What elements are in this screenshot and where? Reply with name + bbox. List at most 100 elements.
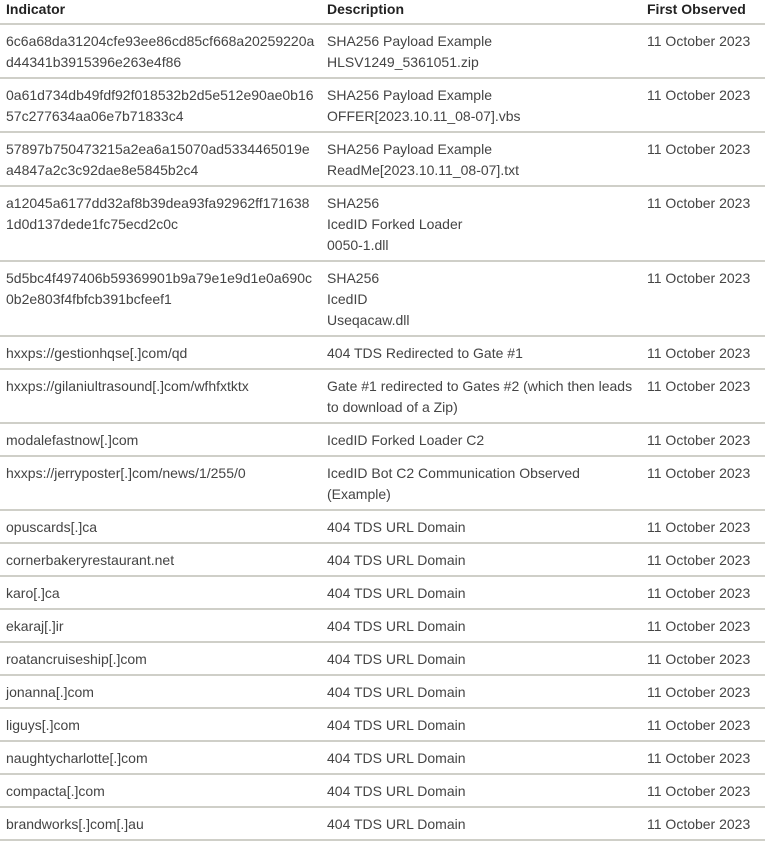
indicator-cell: cornerbakeryrestaurant.net: [0, 543, 321, 577]
description-line: SHA256 Payload Example: [327, 87, 492, 103]
first-observed-cell: 11 October 2023: [641, 456, 765, 511]
indicator-cell: brandworks[.]com[.]au: [0, 807, 321, 841]
description-line: 404 TDS URL Domain: [327, 717, 466, 733]
description-line: ReadMe[2023.10.11_08-07].txt: [327, 162, 519, 178]
table-row: hxxps://gestionhqse[.]com/qd 404 TDS Redi…: [0, 336, 765, 370]
table-row: naughtycharlotte[.]com 404 TDS URL Domain…: [0, 741, 765, 775]
description-cell: SHA256 IcedID Useqacaw.dll: [321, 261, 641, 337]
description-cell: 404 TDS URL Domain: [321, 774, 641, 808]
first-observed-cell: 11 October 2023: [641, 510, 765, 544]
description-cell: 404 TDS URL Domain: [321, 543, 641, 577]
indicator-cell: hxxps://jerryposter[.]com/news/1/255/0: [0, 456, 321, 511]
indicator-cell: 5d5bc4f497406b59369901b9a79e1e9d1e0a690c…: [0, 261, 321, 337]
description-line: Gate #1 redirected to Gates #2 (which th…: [327, 378, 633, 415]
first-observed-cell: 11 October 2023: [641, 642, 765, 676]
description-line: IcedID Forked Loader C2: [327, 432, 485, 448]
description-line: 404 TDS URL Domain: [327, 618, 466, 634]
table-row: modalefastnow[.]com IcedID Forked Loader …: [0, 423, 765, 457]
table-row: 0a61d734db49fdf92f018532b2d5e512e90ae0b1…: [0, 78, 765, 133]
description-line: OFFER[2023.10.11_08-07].vbs: [327, 108, 521, 124]
table-body: 6c6a68da31204cfe93ee86cd85cf668a20259220…: [0, 24, 765, 841]
description-line: IcedID Forked Loader: [327, 216, 463, 232]
table-row: 5d5bc4f497406b59369901b9a79e1e9d1e0a690c…: [0, 261, 765, 337]
first-observed-cell: 11 October 2023: [641, 186, 765, 262]
first-observed-cell: 11 October 2023: [641, 369, 765, 424]
indicator-cell: naughtycharlotte[.]com: [0, 741, 321, 775]
indicator-cell: 0a61d734db49fdf92f018532b2d5e512e90ae0b1…: [0, 78, 321, 133]
table-row: roatancruiseship[.]com 404 TDS URL Domain…: [0, 642, 765, 676]
first-observed-cell: 11 October 2023: [641, 576, 765, 610]
description-cell: 404 TDS URL Domain: [321, 675, 641, 709]
description-line: 404 TDS URL Domain: [327, 750, 466, 766]
first-observed-cell: 11 October 2023: [641, 708, 765, 742]
description-line: IcedID: [327, 291, 368, 307]
first-observed-cell: 11 October 2023: [641, 261, 765, 337]
indicator-cell: 57897b750473215a2ea6a15070ad5334465019ea…: [0, 132, 321, 187]
table-row: 57897b750473215a2ea6a15070ad5334465019ea…: [0, 132, 765, 187]
description-line: 404 TDS URL Domain: [327, 519, 466, 535]
description-cell: 404 TDS URL Domain: [321, 609, 641, 643]
first-observed-cell: 11 October 2023: [641, 807, 765, 841]
description-line: 404 TDS URL Domain: [327, 552, 466, 568]
indicator-cell: liguys[.]com: [0, 708, 321, 742]
description-line: 404 TDS URL Domain: [327, 816, 466, 832]
description-line: 404 TDS Redirected to Gate #1: [327, 345, 523, 361]
first-observed-cell: 11 October 2023: [641, 132, 765, 187]
indicator-cell: karo[.]ca: [0, 576, 321, 610]
description-cell: 404 TDS Redirected to Gate #1: [321, 336, 641, 370]
description-line: Useqacaw.dll: [327, 312, 410, 328]
first-observed-cell: 11 October 2023: [641, 774, 765, 808]
description-cell: SHA256 Payload Example ReadMe[2023.10.11_…: [321, 132, 641, 187]
description-cell: 404 TDS URL Domain: [321, 576, 641, 610]
first-observed-cell: 11 October 2023: [641, 675, 765, 709]
table-row: opuscards[.]ca 404 TDS URL Domain 11 Octob…: [0, 510, 765, 544]
first-observed-cell: 11 October 2023: [641, 78, 765, 133]
indicator-cell: hxxps://gestionhqse[.]com/qd: [0, 336, 321, 370]
description-cell: SHA256 Payload Example HLSV1249_5361051.z…: [321, 24, 641, 79]
first-observed-cell: 11 October 2023: [641, 24, 765, 79]
indicator-cell: 6c6a68da31204cfe93ee86cd85cf668a20259220…: [0, 24, 321, 79]
description-line: 404 TDS URL Domain: [327, 783, 466, 799]
header-indicator: Indicator: [0, 0, 321, 25]
description-cell: 404 TDS URL Domain: [321, 510, 641, 544]
first-observed-cell: 11 October 2023: [641, 336, 765, 370]
description-cell: 404 TDS URL Domain: [321, 807, 641, 841]
description-line: SHA256: [327, 270, 380, 286]
indicator-cell: compacta[.]com: [0, 774, 321, 808]
description-line: SHA256 Payload Example: [327, 141, 492, 157]
table-row: cornerbakeryrestaurant.net 404 TDS URL Do…: [0, 543, 765, 577]
first-observed-cell: 11 October 2023: [641, 741, 765, 775]
description-line: IcedID Bot C2 Communication Observed (Ex…: [327, 465, 580, 502]
ioc-table: Indicator Description First Observed 6c6…: [0, 0, 765, 841]
table-header-row: Indicator Description First Observed: [0, 0, 765, 25]
description-cell: Gate #1 redirected to Gates #2 (which th…: [321, 369, 641, 424]
table-row: brandworks[.]com[.]au 404 TDS URL Domain 1…: [0, 807, 765, 841]
indicator-cell: roatancruiseship[.]com: [0, 642, 321, 676]
description-line: 404 TDS URL Domain: [327, 651, 466, 667]
first-observed-cell: 11 October 2023: [641, 543, 765, 577]
table-row: ekaraj[.]ir 404 TDS URL Domain 11 October …: [0, 609, 765, 643]
table-row: karo[.]ca 404 TDS URL Domain 11 October 20…: [0, 576, 765, 610]
table-row: hxxps://jerryposter[.]com/news/1/255/0 Ic…: [0, 456, 765, 511]
indicator-cell: ekaraj[.]ir: [0, 609, 321, 643]
first-observed-cell: 11 October 2023: [641, 423, 765, 457]
description-line: 404 TDS URL Domain: [327, 684, 466, 700]
description-cell: 404 TDS URL Domain: [321, 708, 641, 742]
table-row: jonanna[.]com 404 TDS URL Domain 11 Octobe…: [0, 675, 765, 709]
indicator-cell: opuscards[.]ca: [0, 510, 321, 544]
table-row: hxxps://gilaniultrasound[.]com/wfhfxtktx…: [0, 369, 765, 424]
header-description: Description: [321, 0, 641, 25]
first-observed-cell: 11 October 2023: [641, 609, 765, 643]
description-cell: IcedID Forked Loader C2: [321, 423, 641, 457]
indicator-cell: a12045a6177dd32af8b39dea93fa92962ff17163…: [0, 186, 321, 262]
indicator-cell: hxxps://gilaniultrasound[.]com/wfhfxtktx: [0, 369, 321, 424]
description-cell: SHA256 Payload Example OFFER[2023.10.11_0…: [321, 78, 641, 133]
table-row: a12045a6177dd32af8b39dea93fa92962ff17163…: [0, 186, 765, 262]
table-row: 6c6a68da31204cfe93ee86cd85cf668a20259220…: [0, 24, 765, 79]
indicator-cell: modalefastnow[.]com: [0, 423, 321, 457]
description-line: SHA256 Payload Example: [327, 33, 492, 49]
indicator-cell: jonanna[.]com: [0, 675, 321, 709]
description-cell: 404 TDS URL Domain: [321, 642, 641, 676]
description-cell: SHA256 IcedID Forked Loader 0050-1.dll: [321, 186, 641, 262]
description-line: SHA256: [327, 195, 380, 211]
